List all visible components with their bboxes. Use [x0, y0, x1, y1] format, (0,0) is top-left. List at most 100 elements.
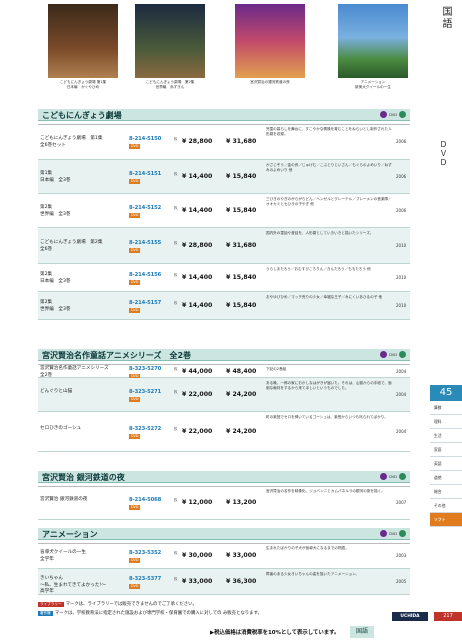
price-with-tax: ¥ 15,840: [226, 207, 257, 214]
section-title: アニメーション: [42, 530, 98, 539]
index-tab[interactable]: 生活: [430, 429, 462, 443]
release-year: 2004: [396, 392, 407, 397]
table-row: 第2集 日本編 全3巻 8-214-5156 DVD 枚 ¥ 14,400 ¥ 15,84…: [38, 264, 410, 292]
row-description: うらしまたろう／おむすびころりん／きんたろう／ももたろう 他: [266, 267, 371, 271]
thumbnail-image: アニメーション 新美大クイールの一生: [338, 4, 408, 89]
section-icons: DVD: [380, 111, 406, 118]
price-with-tax: ¥ 31,680: [226, 138, 257, 145]
row-title: 第1集 日本編 全3巻: [40, 171, 71, 183]
format-tag: DVD: [129, 213, 141, 218]
price-with-tax: ¥ 15,840: [226, 173, 257, 180]
product-code[interactable]: 8-323-5270: [129, 366, 161, 372]
row-title: 第2集 世界編 全3巻: [40, 300, 71, 312]
release-year: 2004: [396, 429, 407, 434]
price-with-tax: ¥ 15,840: [226, 274, 257, 281]
price: ¥ 22,000: [182, 391, 213, 398]
disc-count: 枚: [174, 273, 178, 277]
price: ¥ 28,800: [182, 242, 213, 249]
thumbnail-image: こどもにんぎょう劇場 第2集 世界編 赤ずきん: [135, 4, 205, 89]
section-header: 宮沢賢治 銀河鉄道の夜 DVD: [38, 471, 410, 483]
price: ¥ 30,000: [182, 552, 213, 559]
subject-index: 算数 理科 生活 家庭 英語 道徳 総合 その他 ソフト: [430, 401, 462, 531]
product-code[interactable]: 8-214-5156: [129, 272, 161, 278]
table-row: 第2集 世界編 全3巻 8-214-5157 DVD 枚 ¥ 14,400 ¥ 15,84…: [38, 292, 410, 320]
row-description: 生まれたばかりの子犬が盲導犬になるまでの物語。: [266, 546, 349, 550]
format-tag: DVD: [129, 558, 141, 563]
product-code[interactable]: 8-214-5155: [129, 240, 161, 246]
release-year: 2006: [396, 139, 407, 144]
row-description: 町の楽団でセロを弾いているゴーシュは、楽長からいつも叱られてばかり。: [266, 415, 388, 419]
row-description: かさじぞう／金の斧／じゅげむ／こぶとりじいさん／もぐらのよめいり／ねずみのよめい…: [266, 163, 392, 172]
row-description: 三びきのやぎのがらがらどん／ヘンゼルとグレーテル／ブレーメンの音楽隊／オオカミと…: [266, 197, 392, 206]
row-title: 第2集 日本編 全3巻: [40, 272, 71, 284]
row-description: おやゆびひめ／マッチ売りの少女／幸福な王子／みにくいあひるの子 他: [266, 295, 383, 299]
product-code[interactable]: 8-214-5068: [129, 497, 161, 503]
format-tag: DVD: [129, 280, 141, 285]
index-tab[interactable]: 算数: [430, 401, 462, 415]
footer-note-2: 著作権 マークは、学校教育法に指定された施設および専門学校・保育園での購入に対して…: [38, 610, 262, 616]
price: ¥ 14,400: [182, 302, 213, 309]
copyright-badge: 著作権: [38, 611, 53, 616]
product-code[interactable]: 8-214-5157: [129, 300, 161, 306]
library-badge: ライブラリー: [38, 602, 64, 607]
product-code[interactable]: 8-214-5152: [129, 205, 161, 211]
disc-count: 枚: [174, 137, 178, 141]
library-icon: [399, 111, 406, 118]
product-code[interactable]: 8-323-5377: [129, 576, 161, 582]
disc-icon: [380, 111, 388, 118]
index-tab[interactable]: 家庭: [430, 443, 462, 457]
price-with-tax: ¥ 33,000: [226, 552, 257, 559]
format-tag: DVD: [129, 434, 141, 439]
price: ¥ 22,000: [182, 428, 213, 435]
thumbnail-caption: こどもにんぎょう劇場 第2集 世界編 赤ずきん: [145, 80, 195, 89]
release-year: 2006: [396, 174, 407, 179]
dvd-mark: DVD: [389, 352, 397, 357]
disc-icon: [380, 351, 388, 358]
price-with-tax: ¥ 13,200: [226, 499, 257, 506]
dvd-side-label: ＤＶＤ: [439, 140, 448, 167]
format-tag: DVD: [129, 505, 141, 510]
subject-tab: 国語: [434, 0, 462, 64]
index-tab[interactable]: 総合: [430, 485, 462, 499]
table-row: こどもにんぎょう劇場 第2集 全6巻 8-214-5155 DVD 枚 ¥ 28,800…: [38, 228, 410, 264]
disc-count: 枚: [174, 427, 178, 431]
index-tab[interactable]: 英語: [430, 457, 462, 471]
section-icons: DVD: [380, 473, 406, 480]
row-title: こどもにんぎょう劇場 第1集 全6巻セット: [40, 136, 103, 148]
price: ¥ 28,800: [182, 138, 213, 145]
price: ¥ 14,400: [182, 173, 213, 180]
section-icons: DVD: [380, 530, 406, 537]
product-code[interactable]: 8-214-5151: [129, 171, 161, 177]
disc-count: 枚: [174, 241, 178, 245]
table-row: こどもにんぎょう劇場 第1集 全6巻セット 8-214-5150 DVD 枚 ¥ 28,…: [38, 124, 410, 160]
table-row: 宮沢賢治名作童話アニメシリーズ 全2巻 8-323-5270 DVD 枚 ¥ 44,00…: [38, 364, 410, 379]
section-title: こどもにんぎょう劇場: [42, 111, 122, 120]
bottom-subject-label: 国語: [350, 626, 374, 638]
price-with-tax: ¥ 31,680: [226, 242, 257, 249]
table-row: セロひきのゴーシュ 8-323-5272 DVD 枚 ¥ 22,000 ¥ 24,200 町…: [38, 412, 410, 452]
product-code[interactable]: 8-323-5271: [129, 389, 161, 395]
subject-tab-label: 国語: [440, 6, 451, 30]
tax-note: ▶税込価格は消費税率を10%として表示しています。: [210, 630, 340, 636]
product-code[interactable]: 8-323-5272: [129, 426, 161, 432]
row-title: セロひきのゴーシュ: [40, 426, 82, 431]
disc-icon: [380, 473, 388, 480]
format-tag: DVD: [129, 144, 141, 149]
thumbnail-image: こどもにんぎょう劇場 第1集 日本編 かぐやひめ: [48, 4, 118, 89]
row-title: どんぐりと山猫: [40, 389, 73, 394]
row-description: 国内外の童話や昔話を、人形劇としていきいきと描いたシリーズ。: [266, 231, 374, 235]
index-tab[interactable]: 道徳: [430, 471, 462, 485]
dvd-mark: DVD: [389, 112, 397, 117]
index-tab-active[interactable]: ソフト: [430, 513, 462, 527]
index-tab[interactable]: 理科: [430, 415, 462, 429]
row-title: きいちゃん ～私、生まれてきてよかった!～ 高学年: [40, 576, 106, 594]
row-description: 障害のある少女きいちゃんの姿を描いたアニメーション。: [266, 572, 360, 576]
price: ¥ 33,000: [182, 578, 213, 585]
dvd-mark: DVD: [389, 531, 397, 536]
product-code[interactable]: 8-323-5352: [129, 550, 161, 556]
index-tab[interactable]: その他: [430, 499, 462, 513]
product-code[interactable]: 8-214-5150: [129, 136, 161, 142]
table-row: 第1集 日本編 全3巻 8-214-5151 DVD 枚 ¥ 14,400 ¥ 15,84…: [38, 160, 410, 194]
price: ¥ 14,400: [182, 274, 213, 281]
footer-note-1: ライブラリー マークは、ライブラリーでは販売できませんのでご了承ください。: [38, 601, 197, 607]
